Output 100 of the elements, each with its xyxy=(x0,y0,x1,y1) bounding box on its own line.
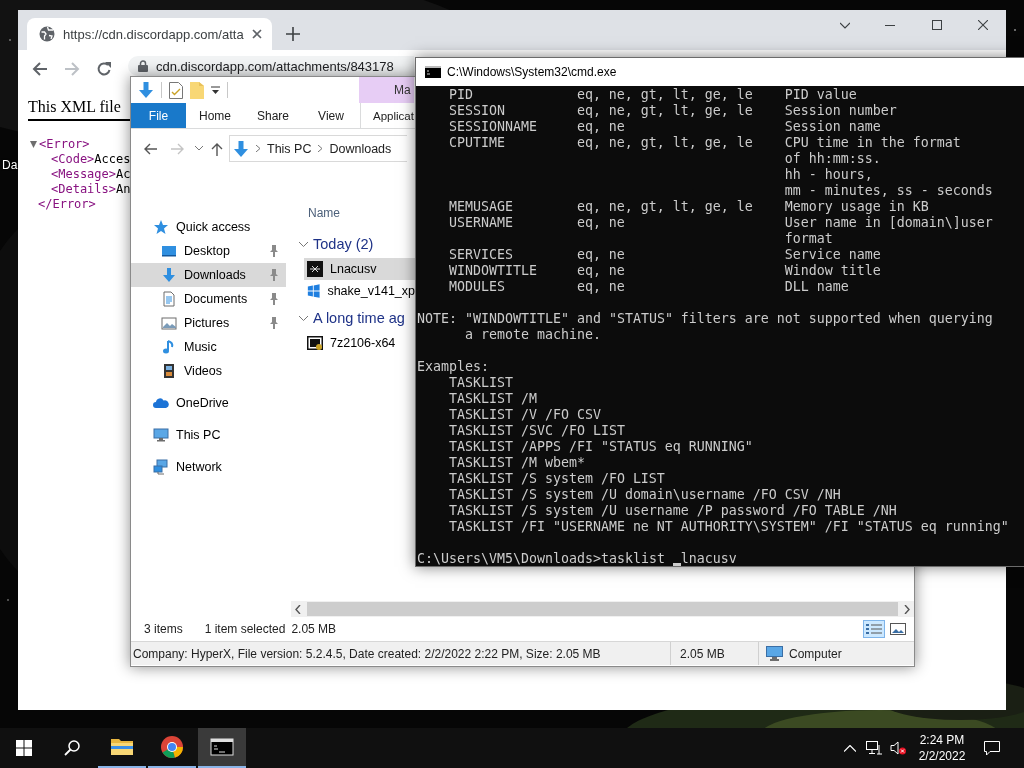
plus-icon[interactable] xyxy=(285,27,300,41)
caret-icon[interactable] xyxy=(211,85,220,95)
ribbon-tab[interactable]: Share xyxy=(244,103,302,128)
star-icon xyxy=(153,219,169,235)
taskbar-button[interactable] xyxy=(198,728,246,768)
up-arrow-icon[interactable] xyxy=(211,141,223,156)
nav-item[interactable]: Network xyxy=(131,455,286,479)
xml-line: <Details>An xyxy=(51,182,131,197)
back-arrow-icon[interactable] xyxy=(32,61,48,77)
filter-description: Session number xyxy=(784,103,898,119)
collapse-triangle-icon[interactable] xyxy=(30,141,37,148)
filter-description: hh - hours, xyxy=(784,167,874,183)
nav-item[interactable]: Downloads xyxy=(131,263,286,287)
clock[interactable]: 2:24 PM 2/2/2022 xyxy=(910,732,974,764)
console-line: TASKLIST /S system /U domain\username /FO CSV /NH xyxy=(447,487,842,503)
view-button[interactable] xyxy=(887,620,909,638)
filter-operators: eq, ne xyxy=(576,279,626,295)
command-prompt: C:\Users\VM5\Downloads>tasklist xyxy=(417,551,665,567)
selection-size: 2.05 MB xyxy=(291,622,337,636)
nav-item[interactable]: Quick access xyxy=(131,215,286,239)
console-line: Examples: xyxy=(417,359,490,375)
app-icon xyxy=(307,261,323,277)
desktop-icon-label[interactable]: Da xyxy=(2,158,18,172)
filter-operators: eq, ne xyxy=(576,119,626,135)
console-line: TASKLIST /SVC /FO LIST xyxy=(447,423,626,439)
chevron-down-icon[interactable] xyxy=(299,313,308,323)
nav-item[interactable]: This PC xyxy=(131,423,286,447)
horizontal-scrollbar[interactable] xyxy=(291,601,914,617)
nav-item[interactable]: Pictures xyxy=(131,311,286,335)
browser-tab[interactable]: https://cdn.discordapp.com/atta xyxy=(27,18,272,50)
nav-item[interactable]: Desktop xyxy=(131,239,286,263)
pin-icon[interactable] xyxy=(269,245,279,257)
search-icon[interactable] xyxy=(64,740,80,756)
start-icon[interactable] xyxy=(16,740,32,756)
filter-description: format xyxy=(784,231,834,247)
nav-item[interactable]: Videos xyxy=(131,359,286,383)
terminal-icon xyxy=(425,66,441,78)
filter-name: USERNAME xyxy=(448,215,514,231)
filter-description: DLL name xyxy=(784,279,850,295)
download-icon xyxy=(233,139,249,158)
file-item[interactable]: shake_v141_xp xyxy=(304,280,415,302)
xml-line: <Message>Ac xyxy=(51,167,131,182)
group-header[interactable]: A long time ag xyxy=(291,307,415,329)
scroll-right-icon[interactable] xyxy=(904,604,910,614)
archive-icon xyxy=(307,335,323,351)
ribbon-tab[interactable]: File xyxy=(131,103,186,128)
filter-name: WINDOWTITLE xyxy=(448,263,538,279)
address-bar[interactable]: cdn.discordapp.com/attachments/843178 xyxy=(128,56,414,76)
network-icon xyxy=(153,459,169,475)
monitor-icon xyxy=(161,243,177,259)
nav-item[interactable]: Music xyxy=(131,335,286,359)
close-icon[interactable] xyxy=(978,20,988,30)
back-arrow-icon[interactable] xyxy=(143,142,157,155)
muted-speaker-icon[interactable] xyxy=(890,741,906,755)
reload-icon[interactable] xyxy=(96,61,112,77)
nav-item[interactable]: Documents xyxy=(131,287,286,311)
group-header[interactable]: Today (2) xyxy=(291,233,415,255)
view-button[interactable] xyxy=(863,620,885,638)
filter-name: MEMUSAGE xyxy=(448,199,514,215)
breadcrumb[interactable]: Downloads xyxy=(329,141,392,156)
chevron-up-icon[interactable] xyxy=(844,744,856,752)
filter-name: SESSION xyxy=(448,103,506,119)
pin-icon[interactable] xyxy=(269,317,279,329)
filter-name: MODULES xyxy=(448,279,506,295)
ribbon-tab[interactable]: Applicat xyxy=(360,103,414,128)
item-count: 3 items xyxy=(144,622,183,636)
filter-description: Window title xyxy=(784,263,882,279)
ribbon-tab[interactable]: View xyxy=(302,103,360,128)
file-item[interactable]: Lnacusv xyxy=(304,258,415,280)
xml-tag: </Error> xyxy=(38,197,96,212)
network-icon[interactable] xyxy=(866,741,882,755)
notification-icon[interactable] xyxy=(984,740,1000,756)
filter-operators: eq, ne, gt, lt, ge, le xyxy=(576,87,754,103)
column-header[interactable]: Name xyxy=(291,202,415,223)
download-icon[interactable] xyxy=(138,81,154,99)
computer-icon xyxy=(153,427,169,443)
chevron-down-icon[interactable] xyxy=(299,239,308,249)
details-list-icon xyxy=(866,623,882,635)
close-icon[interactable] xyxy=(251,29,262,39)
globe-icon xyxy=(39,26,55,42)
console-line: TASKLIST /S system /U username /P password /FO TABLE /NH xyxy=(447,503,898,519)
download-icon xyxy=(161,267,177,283)
filter-operators: eq, ne xyxy=(576,247,626,263)
breadcrumb[interactable]: This PC xyxy=(267,141,312,156)
chevron-down-icon[interactable] xyxy=(840,20,850,30)
filter-description: Service name xyxy=(784,247,882,263)
clock-date: 2/2/2022 xyxy=(918,748,966,764)
filter-description: User name in [domain\]user xyxy=(784,215,994,231)
file-item[interactable]: 7z2106-x64 xyxy=(304,332,415,354)
scrollbar-thumb[interactable] xyxy=(307,602,898,616)
maximize-icon[interactable] xyxy=(932,20,942,30)
filter-name: PID xyxy=(448,87,474,103)
ribbon-tab[interactable]: Home xyxy=(186,103,244,128)
scroll-left-icon[interactable] xyxy=(295,604,301,614)
nav-item[interactable]: OneDrive xyxy=(131,391,286,415)
address-bar[interactable]: This PC Downloads xyxy=(229,135,407,162)
pin-icon[interactable] xyxy=(269,293,279,305)
filter-operators: eq, ne, gt, lt, ge, le xyxy=(576,103,754,119)
checklist-icon[interactable] xyxy=(169,81,183,99)
text-cursor xyxy=(672,563,681,566)
